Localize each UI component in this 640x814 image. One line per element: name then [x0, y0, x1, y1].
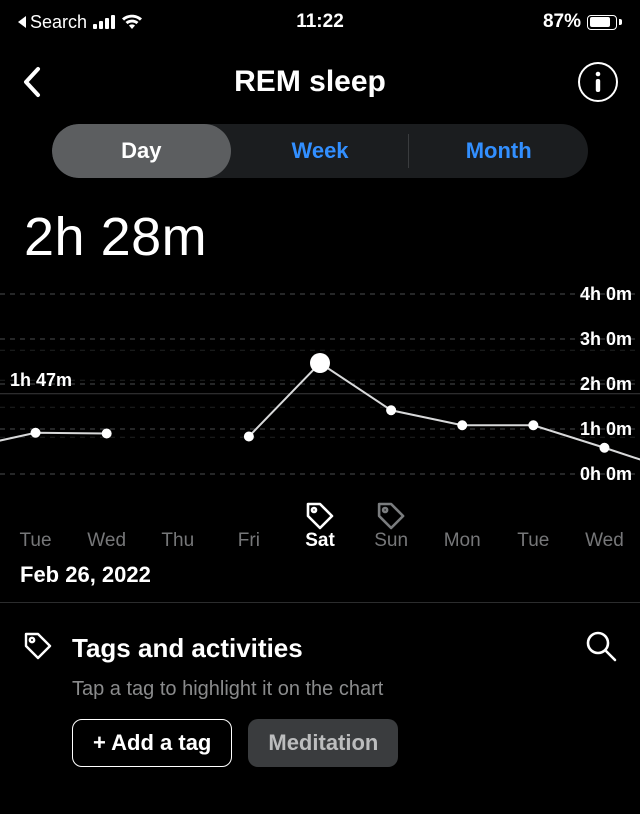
tag-chip-meditation[interactable]: Meditation [248, 719, 398, 767]
svg-text:Fri: Fri [238, 530, 260, 551]
search-tags-button[interactable] [584, 629, 618, 668]
svg-text:Thu: Thu [161, 530, 194, 551]
battery-fill [590, 17, 611, 27]
add-tag-label: + Add a tag [93, 730, 211, 756]
tags-title: Tags and activities [72, 633, 566, 664]
segment-month[interactable]: Month [409, 124, 588, 178]
status-bar: Search 11:22 87% [0, 0, 640, 44]
summary-value: 2h 28m [0, 178, 640, 274]
segment-day-label: Day [121, 138, 161, 164]
segment-day[interactable]: Day [52, 124, 231, 178]
chart-svg: 0h 0m 1h 0m 2h 0m 3h 0m 4h 0m 1h 47m Tue Wed Th… [0, 274, 640, 552]
battery-icon [587, 15, 622, 30]
svg-text:Wed: Wed [87, 530, 126, 551]
battery-percent-label: 87% [543, 11, 581, 33]
return-to-app-label: Search [30, 12, 87, 33]
time-range-segmented: Day Week Month [52, 124, 588, 178]
nav-header: REM sleep [0, 44, 640, 112]
info-icon [592, 70, 604, 94]
page-title: REM sleep [42, 65, 578, 99]
tag-icon [22, 630, 54, 667]
add-tag-button[interactable]: + Add a tag [72, 719, 232, 767]
svg-text:Mon: Mon [444, 530, 481, 551]
tags-subtitle: Tap a tag to highlight it on the chart [22, 668, 618, 719]
segment-week-label: Week [291, 138, 348, 164]
status-left: Search [18, 12, 143, 33]
svg-text:Sun: Sun [374, 530, 408, 551]
info-button[interactable] [578, 62, 618, 102]
svg-text:Tue: Tue [517, 530, 549, 551]
tags-section: Tags and activities Tap a tag to highlig… [0, 603, 640, 787]
status-right: 87% [543, 11, 622, 33]
tags-header: Tags and activities [22, 629, 618, 668]
search-icon [584, 629, 618, 663]
svg-text:Tue: Tue [20, 530, 52, 551]
selected-date: Feb 26, 2022 [0, 552, 640, 603]
svg-text:2h 0m: 2h 0m [580, 374, 632, 394]
rem-sleep-chart[interactable]: 0h 0m 1h 0m 2h 0m 3h 0m 4h 0m 1h 47m Tue Wed Th… [0, 274, 640, 552]
wifi-icon [121, 14, 143, 30]
svg-text:3h 0m: 3h 0m [580, 329, 632, 349]
svg-text:1h 47m: 1h 47m [10, 370, 72, 390]
segment-month-label: Month [466, 138, 532, 164]
svg-text:0h 0m: 0h 0m [580, 464, 632, 484]
svg-text:Sat: Sat [305, 530, 335, 551]
svg-text:1h 0m: 1h 0m [580, 419, 632, 439]
back-triangle-icon [18, 16, 26, 28]
tag-chip-row: + Add a tag Meditation [22, 719, 618, 767]
return-to-app[interactable]: Search [18, 12, 87, 33]
svg-text:4h 0m: 4h 0m [580, 284, 632, 304]
segment-week[interactable]: Week [231, 124, 410, 178]
cellular-signal-icon [93, 15, 115, 29]
back-button[interactable] [22, 65, 42, 99]
tag-chip-meditation-label: Meditation [268, 730, 378, 756]
svg-text:Wed: Wed [585, 530, 624, 551]
